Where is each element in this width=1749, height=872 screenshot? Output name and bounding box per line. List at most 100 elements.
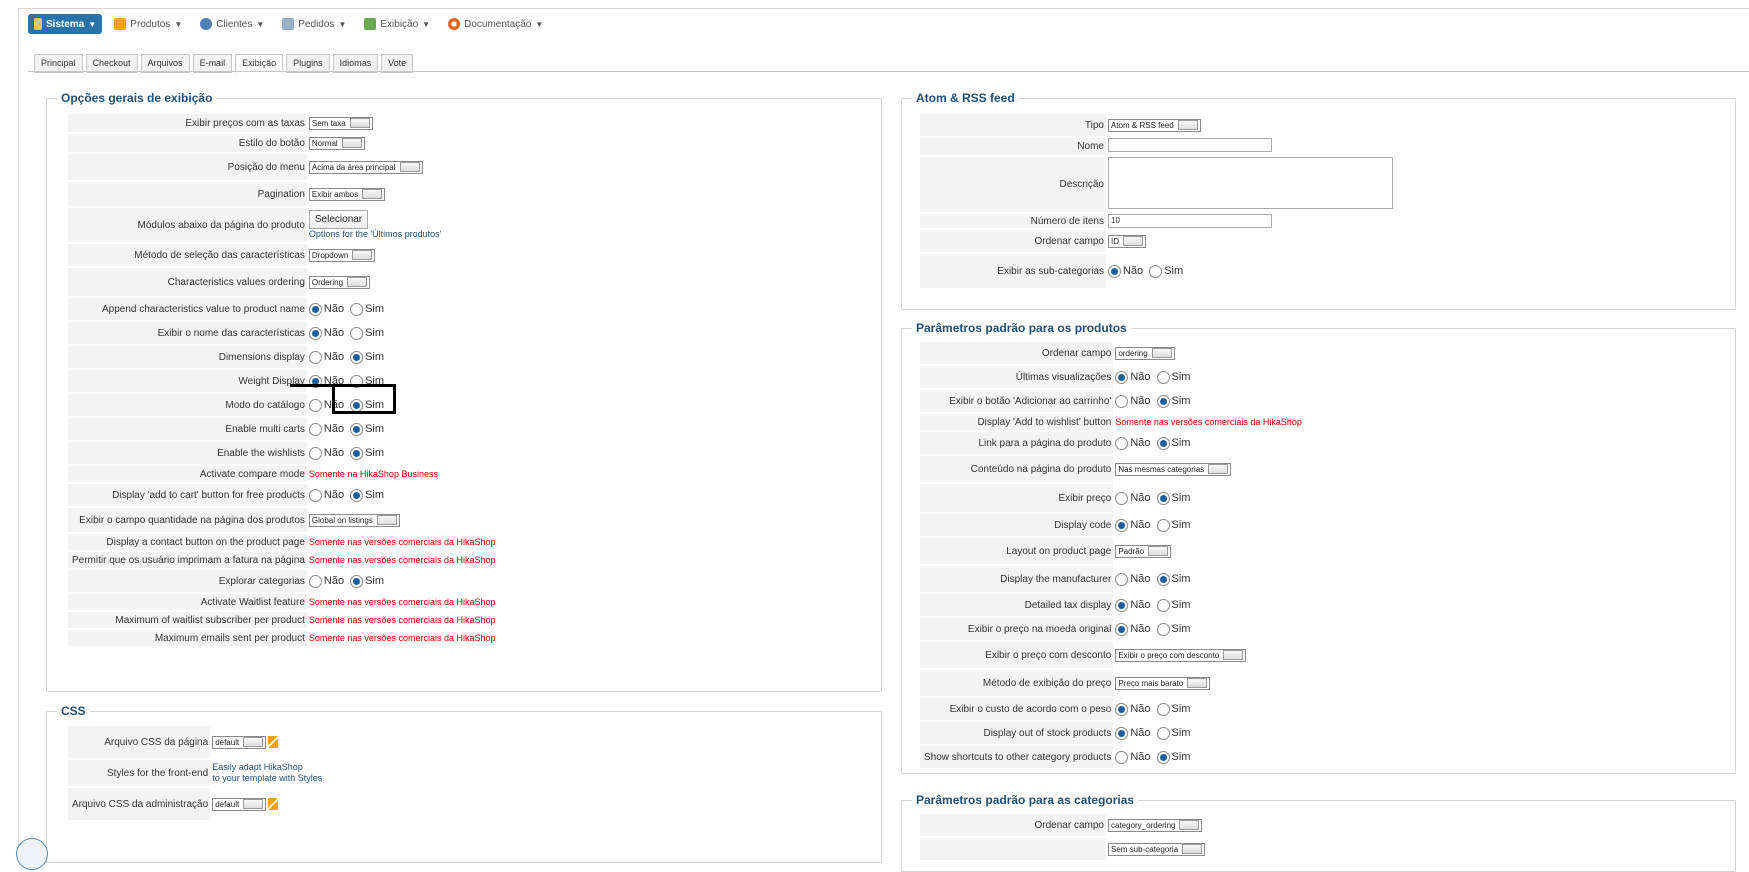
exibir-o-nome-das-caracteristicas-yes-radio[interactable] <box>350 326 364 340</box>
edit-pencil-icon[interactable] <box>268 736 279 748</box>
ultimas-visualizacoes-no-radio[interactable] <box>1115 370 1129 384</box>
field-value: Sem taxa <box>307 114 496 132</box>
display-code-yes-radio[interactable] <box>1156 518 1170 532</box>
arquivo-css-da-administracao-select[interactable]: default <box>212 797 267 811</box>
descricao-textarea[interactable] <box>1108 157 1393 209</box>
config-row: Exibir o preço na moeda original Não Sim <box>920 618 1302 640</box>
field-label: Maximum emails sent per product <box>68 630 307 646</box>
edit-pencil-icon[interactable] <box>268 798 279 810</box>
show-shortcuts-to-other-category-product-no-radio[interactable] <box>1115 750 1129 764</box>
exibir-o-nome-das-caracteristicas-no-radio[interactable] <box>308 326 322 340</box>
posicao-do-menu-select[interactable]: Acima da área principal <box>308 160 423 174</box>
display-code-no-radio[interactable] <box>1115 518 1129 532</box>
link-para-a-pagina-do-produto-yes-radio[interactable] <box>1156 436 1170 450</box>
dimensions-display-no-radio[interactable] <box>308 350 322 364</box>
metodo-de-selecao-das-caracteristicas-select[interactable]: Dropdown <box>308 248 376 262</box>
field-label: Ordenar campo <box>920 342 1114 364</box>
exibir-o-botao-adicionar-ao-carrinho-yes-radio[interactable] <box>1156 394 1170 408</box>
exibir-as-sub-categorias-yes-radio[interactable] <box>1149 264 1163 278</box>
exibir-precos-com-as-taxas-select[interactable]: Sem taxa <box>308 116 373 130</box>
exibir-o-botao-adicionar-ao-carrinho-no-radio[interactable] <box>1115 394 1129 408</box>
select-modules-button[interactable]: Selecionar <box>308 210 369 229</box>
nome-input[interactable] <box>1108 138 1272 152</box>
field-value: Easily adapt HikaShop to your template wi… <box>210 760 322 786</box>
exibir-o-preco-com-desconto-select[interactable]: Exibir o preço com desconto <box>1115 648 1247 662</box>
field-label: Exibir o preço com desconto <box>920 642 1114 668</box>
config-row: Arquivo CSS da página default <box>68 726 322 758</box>
ordenar-campo-select[interactable]: ordering <box>1115 346 1175 360</box>
enable-multi-carts-no-radio[interactable] <box>308 422 322 436</box>
layout-on-product-page-select[interactable]: Padrão <box>1115 544 1172 558</box>
options-link[interactable]: Options for the 'Últimos produtos' <box>309 229 442 239</box>
field-value: Não Sim <box>1113 698 1302 720</box>
exibir-o-custo-de-acordo-com-o-peso-no-radio[interactable] <box>1115 702 1129 716</box>
css-legend: CSS <box>57 704 90 718</box>
config-row: Enable the wishlists Não Sim <box>68 442 495 464</box>
append-characteristics-value-to-product--yes-radio[interactable] <box>350 302 364 316</box>
field-value: Não Sim <box>307 484 496 506</box>
explorar-categorias-yes-radio[interactable] <box>350 574 364 588</box>
modo-do-catalogo-no-radio[interactable] <box>308 398 322 412</box>
enable-multi-carts-yes-radio[interactable] <box>350 422 364 436</box>
numero-de-itens-input[interactable]: 10 <box>1108 214 1272 228</box>
exibir-as-sub-categorias-no-radio[interactable] <box>1108 264 1121 278</box>
ordenar-campo-select[interactable]: category_ordering <box>1108 818 1203 832</box>
exibir-o-preco-na-moeda-original-yes-radio[interactable] <box>1156 622 1170 636</box>
field-value: Normal <box>307 134 496 152</box>
config-row: Display 'add to cart' button for free pr… <box>68 484 495 506</box>
menu-clientes[interactable]: Clientes ▼ <box>194 14 270 34</box>
menu-exibicao[interactable]: Exibição ▼ <box>358 14 436 34</box>
dropdown-arrow-icon <box>1123 236 1143 246</box>
field-label: Display the manufacturer <box>920 566 1114 592</box>
detailed-tax-display-no-radio[interactable] <box>1115 598 1129 612</box>
field-select[interactable]: Sem sub-categoria <box>1108 842 1206 856</box>
field-value: Acima da área principal <box>307 154 496 180</box>
exibir-o-preco-na-moeda-original-no-radio[interactable] <box>1115 622 1129 636</box>
characteristics-values-ordering-select[interactable]: Ordering <box>308 275 371 289</box>
estilo-do-botao-select[interactable]: Normal <box>308 136 365 150</box>
exibir-o-custo-de-acordo-com-o-peso-yes-radio[interactable] <box>1156 702 1170 716</box>
menu-pedidos[interactable]: Pedidos ▼ <box>276 14 352 34</box>
arquivo-css-da-pagina-select[interactable]: default <box>212 735 267 749</box>
field-label: Exibir o nome das características <box>68 322 307 344</box>
conteudo-na-pagina-do-produto-select[interactable]: Nas mesmas categorias <box>1115 462 1232 476</box>
display-add-to-cart-button-for-free-prod-yes-radio[interactable] <box>350 488 364 502</box>
display-add-to-cart-button-for-free-prod-no-radio[interactable] <box>308 488 322 502</box>
show-shortcuts-to-other-category-product-yes-radio[interactable] <box>1156 750 1170 764</box>
field-label: Estilo do botão <box>68 134 307 152</box>
ultimas-visualizacoes-yes-radio[interactable] <box>1156 370 1170 384</box>
tipo-select[interactable]: Atom & RSS feed <box>1108 118 1201 132</box>
menu-produtos[interactable]: Produtos ▼ <box>108 14 188 34</box>
config-row: Exibir o nome das características Não Sim <box>68 322 495 344</box>
enable-the-wishlists-no-radio[interactable] <box>308 446 322 460</box>
exibir-o-campo-quantidade-na-pagina-dos--select[interactable]: Global on listings <box>308 513 400 527</box>
display-out-of-stock-products-yes-radio[interactable] <box>1156 726 1170 740</box>
help-circle-icon[interactable] <box>16 838 48 870</box>
display-the-manufacturer-yes-radio[interactable] <box>1156 572 1170 586</box>
enable-the-wishlists-yes-radio[interactable] <box>350 446 364 460</box>
link-para-a-pagina-do-produto-no-radio[interactable] <box>1115 436 1129 450</box>
dimensions-display-yes-radio[interactable] <box>350 350 364 364</box>
menu-sistema[interactable]: Sistema ▼ <box>28 14 103 34</box>
detailed-tax-display-yes-radio[interactable] <box>1156 598 1170 612</box>
field-value: Não Sim <box>1113 594 1302 616</box>
field-label: Número de itens <box>920 214 1106 228</box>
pagination-select[interactable]: Exibir ambos <box>308 187 386 201</box>
config-row: Exibir o custo de acordo com o peso Não Si… <box>920 698 1302 720</box>
append-characteristics-value-to-product--no-radio[interactable] <box>308 302 322 316</box>
field-label: Activate Waitlist feature <box>68 594 307 610</box>
display-the-manufacturer-no-radio[interactable] <box>1115 572 1129 586</box>
exibir-preco-no-radio[interactable] <box>1115 491 1129 505</box>
ordenar-campo-select[interactable]: ID <box>1108 234 1146 248</box>
field-value: Não Sim <box>1113 432 1302 454</box>
display-out-of-stock-products-no-radio[interactable] <box>1115 726 1129 740</box>
styles-link[interactable]: Easily adapt HikaShop to your template wi… <box>212 762 322 783</box>
explorar-categorias-no-radio[interactable] <box>308 574 322 588</box>
metodo-de-exibicao-do-preco-select[interactable]: Preço mais barato <box>1115 676 1211 690</box>
dropdown-arrow-icon <box>243 737 264 747</box>
menu-documentacao[interactable]: Documentação ▼ <box>442 14 549 34</box>
exibir-preco-yes-radio[interactable] <box>1156 491 1170 505</box>
config-row: Exibir as sub-categorias Não Sim <box>920 254 1393 288</box>
field-label: Enable the wishlists <box>68 442 307 464</box>
field-value: Não Sim <box>307 570 496 592</box>
